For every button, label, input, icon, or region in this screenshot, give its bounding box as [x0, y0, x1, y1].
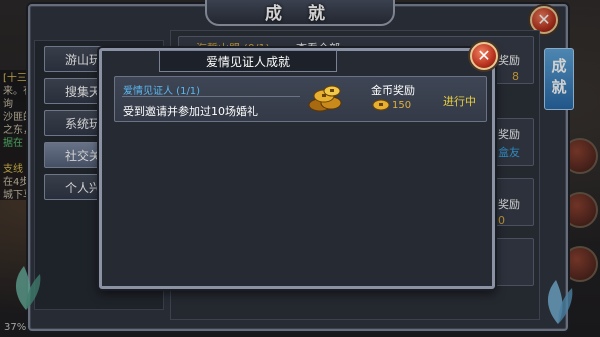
- divider: [122, 96, 300, 97]
- leaf-ornament-icon: [15, 266, 41, 310]
- gold-coin-icon: [372, 99, 390, 111]
- leaf-ornament-icon: [547, 280, 573, 324]
- reward-value: 150: [392, 100, 412, 111]
- achievement-name: 爱情见证人 (1/1): [123, 86, 201, 97]
- popup-close-button[interactable]: ✕: [470, 42, 498, 70]
- popup-title: 爱情见证人成就: [159, 50, 337, 72]
- close-icon: ✕: [477, 46, 491, 65]
- achievement-status: 进行中: [443, 95, 476, 108]
- reward-label: 金币奖励: [371, 84, 415, 97]
- gold-coin-pile-icon: [308, 85, 342, 112]
- achievement-description: 受到邀请并参加过10场婚礼: [123, 105, 258, 118]
